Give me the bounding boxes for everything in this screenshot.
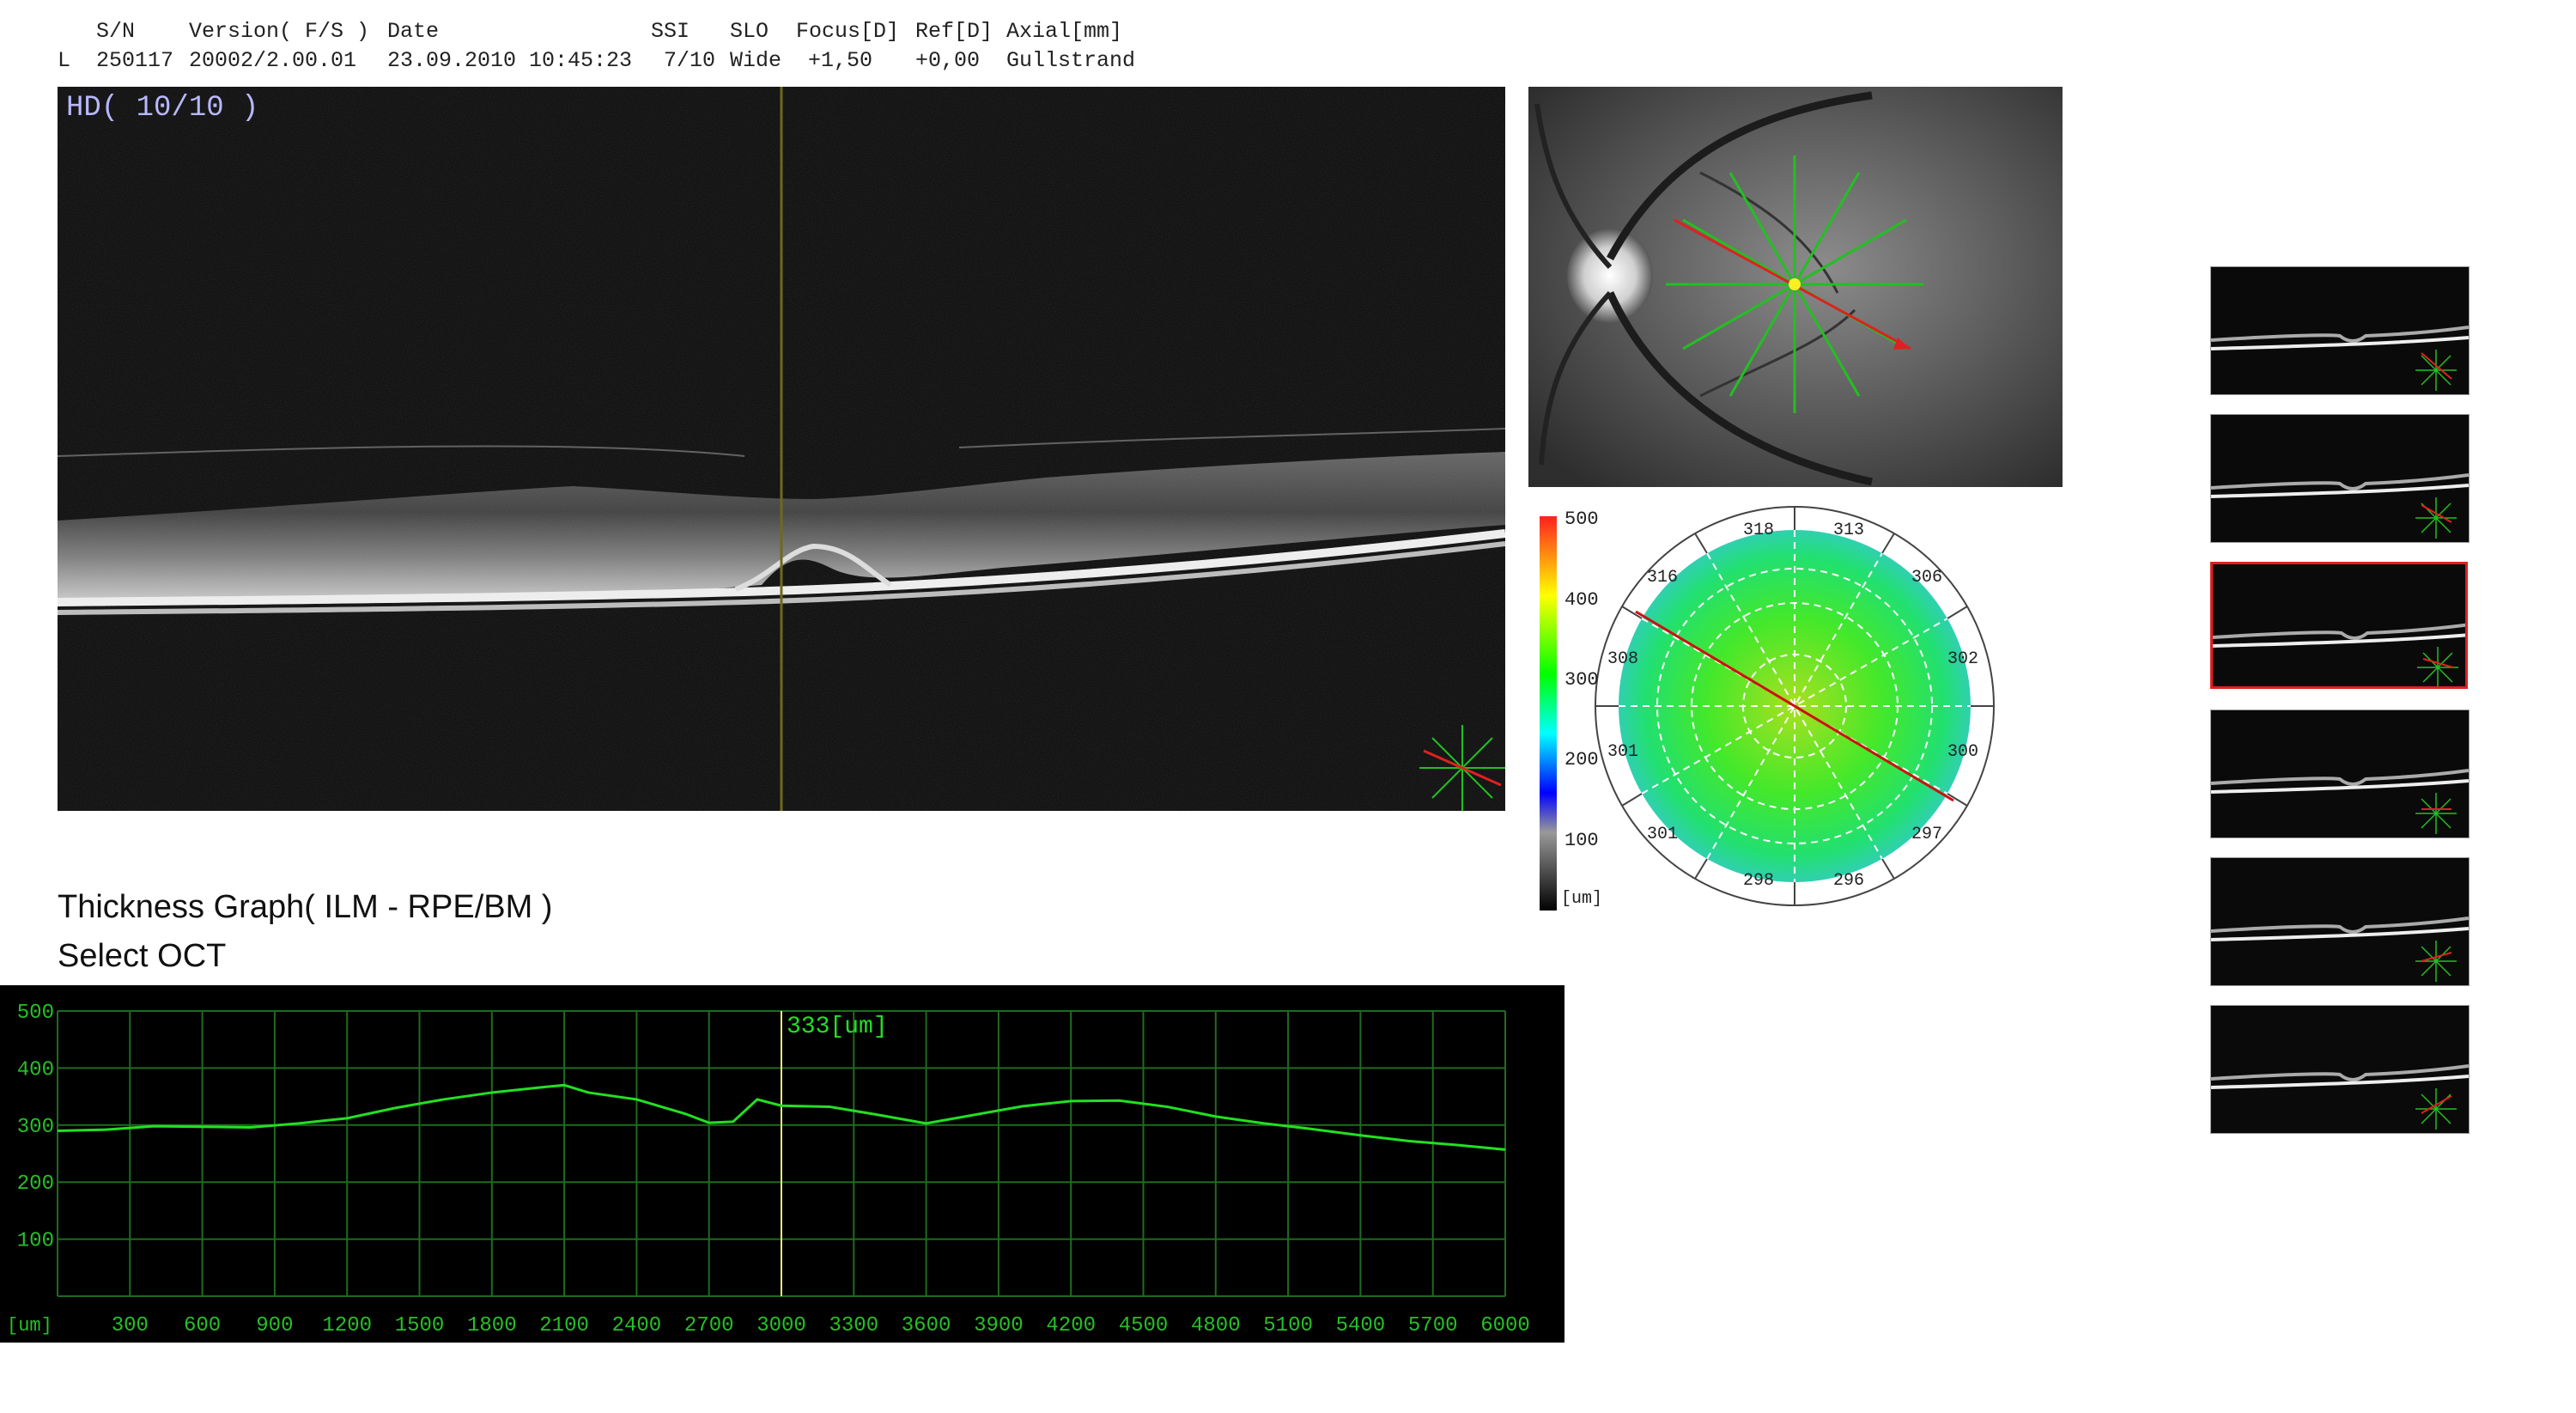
header-label-axial: Axial[mm] <box>1006 19 1123 44</box>
thickness-graph-plot: 300 600 900 1200 1500 1800 2100 2400 2700 3000 330… <box>7 1002 1530 1337</box>
header-label-ssi: SSI <box>651 19 690 44</box>
oct-thumbnail[interactable] <box>2210 266 2470 395</box>
thickness-graph[interactable]: 300 600 900 1200 1500 1800 2100 2400 2700 3000 330… <box>0 985 1564 1343</box>
sector-value: 297 <box>1911 825 1943 844</box>
thumbnail-bscan <box>2211 917 2469 982</box>
thickness-map[interactable]: 500 400 300 200 100 [um] 318 313 306 302… <box>1528 503 2063 911</box>
sector-value: 318 <box>1743 521 1775 540</box>
x-tick-label: 6000 <box>1480 1314 1530 1337</box>
sector-value: 302 <box>1947 649 1979 669</box>
x-tick-label: 3600 <box>902 1314 951 1337</box>
y-tick-label: 300 <box>17 1116 54 1139</box>
oct-bscan-image <box>58 87 1505 811</box>
thumbnail-bscan <box>2213 623 2465 686</box>
sector-value: 316 <box>1647 568 1679 588</box>
scan-pattern-icon <box>1419 725 1505 811</box>
y-tick-label: 400 <box>17 1058 54 1081</box>
header-value-date: 23.09.2010 10:45:23 <box>387 48 633 73</box>
x-tick-label: 2400 <box>612 1314 662 1337</box>
sector-value: 300 <box>1947 742 1979 762</box>
header-value-version: 20002/2.00.01 <box>189 48 357 73</box>
y-tick-label: 500 <box>17 1002 54 1025</box>
header-value-axial: Gullstrand <box>1006 48 1136 73</box>
header-value-ssi: 7/10 <box>664 48 716 73</box>
x-tick-label: 1800 <box>467 1314 517 1337</box>
oct-thumbnail[interactable] <box>2210 414 2470 543</box>
scale-label-500: 500 <box>1564 509 1599 530</box>
x-tick-label: 5400 <box>1336 1314 1386 1337</box>
main-oct-bscan[interactable]: HD( 10/10 ) <box>58 87 1505 811</box>
scan-info-header: S/N Version( F/S ) Date SSI SLO Focus[D]… <box>0 0 1202 77</box>
x-tick-label: 3300 <box>829 1314 878 1337</box>
thumbnail-bscan <box>2211 326 2469 391</box>
x-axis-unit-label: [um] <box>7 1315 52 1337</box>
sector-value: 313 <box>1833 521 1865 540</box>
header-label-sn: S/N <box>96 19 136 44</box>
oct-thumbnail[interactable] <box>2210 857 2470 986</box>
x-tick-label: 300 <box>112 1314 149 1337</box>
color-scale-bar <box>1540 516 1557 911</box>
fovea-marker <box>1789 278 1801 290</box>
x-tick-label: 4500 <box>1119 1314 1169 1337</box>
cursor-readout: 333[um] <box>787 1014 888 1040</box>
x-tick-label: 600 <box>184 1314 221 1337</box>
header-label-date: Date <box>387 19 440 44</box>
x-tick-label: 5100 <box>1263 1314 1313 1337</box>
x-tick-label: 2700 <box>684 1314 734 1337</box>
thickness-polar-map <box>1595 506 1995 906</box>
scale-label-300: 300 <box>1564 669 1599 691</box>
x-tick-label: 1500 <box>395 1314 445 1337</box>
scale-unit-label: [um] <box>1561 889 1603 909</box>
oct-thumbnail[interactable] <box>2210 562 2468 689</box>
oct-thumbnail[interactable] <box>2210 710 2470 838</box>
thumbnail-bscan <box>2211 473 2469 539</box>
header-label-version: Version( F/S ) <box>189 19 370 44</box>
sector-value: 301 <box>1607 742 1639 762</box>
header-label-ref: Ref[D] <box>915 19 993 44</box>
sector-value: 306 <box>1911 568 1943 588</box>
header-value-focus: +1,50 <box>808 48 873 73</box>
x-tick-label: 1200 <box>322 1314 372 1337</box>
header-label-focus: Focus[D] <box>796 19 900 44</box>
header-value-ref: +0,00 <box>915 48 981 73</box>
x-tick-label: 3000 <box>756 1314 806 1337</box>
sector-value: 298 <box>1743 871 1775 891</box>
x-tick-label: 900 <box>256 1314 293 1337</box>
scale-label-400: 400 <box>1564 589 1599 611</box>
fundus-slo-image[interactable] <box>1528 87 2063 487</box>
x-tick-label: 5700 <box>1408 1314 1458 1337</box>
x-tick-label: 2100 <box>539 1314 589 1337</box>
sector-value: 296 <box>1833 871 1865 891</box>
x-tick-label: 4200 <box>1046 1314 1096 1337</box>
header-value-sn: 250117 <box>96 48 174 73</box>
sector-value: 301 <box>1647 825 1679 844</box>
oct-thumbnail[interactable] <box>2210 1005 2470 1134</box>
header-value-slo: Wide <box>730 48 782 73</box>
fundus-image <box>1528 87 2063 487</box>
y-tick-label: 200 <box>17 1172 54 1196</box>
header-label-slo: SLO <box>730 19 769 44</box>
hd-scan-label: HD( 10/10 ) <box>66 92 259 125</box>
header-eye: L <box>58 48 71 73</box>
y-tick-label: 100 <box>17 1230 54 1253</box>
thumbnail-bscan <box>2211 769 2469 834</box>
x-tick-label: 4800 <box>1191 1314 1241 1337</box>
scale-label-200: 200 <box>1564 749 1599 770</box>
sector-value: 308 <box>1607 649 1639 669</box>
thickness-graph-title: Thickness Graph( ILM - RPE/BM ) <box>58 889 553 925</box>
scale-label-100: 100 <box>1564 830 1599 851</box>
thumbnail-bscan <box>2211 1064 2469 1130</box>
x-tick-label: 3900 <box>974 1314 1024 1337</box>
select-oct-label[interactable]: Select OCT <box>58 938 226 975</box>
